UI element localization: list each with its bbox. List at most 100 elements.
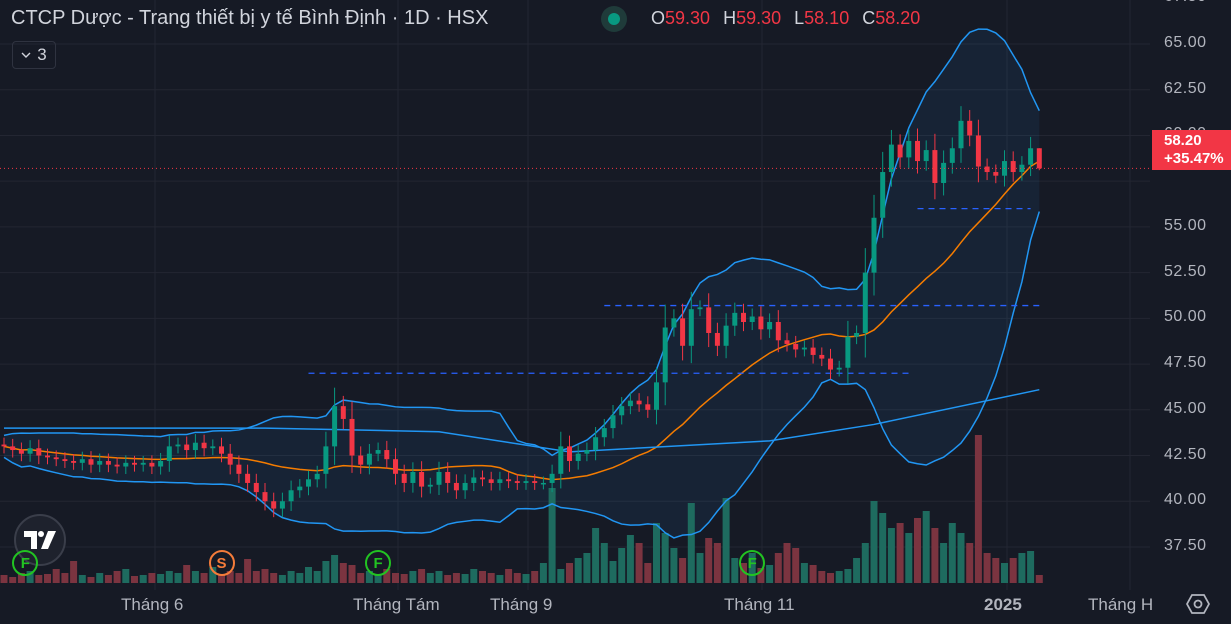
volume-bar	[809, 565, 817, 583]
volume-bar	[444, 575, 452, 583]
volume-bar	[148, 573, 156, 583]
volume-bar	[687, 503, 695, 583]
candle-body	[654, 382, 659, 410]
candle-body	[923, 150, 929, 162]
indicators-toggle-button[interactable]: 3	[12, 41, 56, 69]
candle-body	[132, 462, 137, 465]
high-label: H	[723, 8, 737, 28]
price-chart[interactable]	[0, 0, 1231, 624]
volume-bar	[9, 577, 17, 583]
candle-body	[236, 464, 242, 474]
candle-body	[53, 457, 59, 460]
candle-body	[453, 482, 459, 491]
candle-body	[575, 453, 581, 462]
volume-bar	[661, 533, 669, 583]
volume-bar	[435, 571, 443, 583]
price-tick: 45.00	[1164, 399, 1207, 417]
event-marker-split[interactable]: S	[208, 550, 235, 576]
price-tick: 42.50	[1164, 445, 1207, 463]
candle-body	[532, 481, 538, 483]
volume-bar	[505, 569, 513, 583]
volume-bar	[374, 575, 382, 583]
candle-body	[105, 461, 111, 465]
volume-bar	[922, 511, 930, 583]
candle-body	[671, 318, 677, 328]
symbol-title[interactable]: CTCP Dược - Trang thiết bị y tế Bình Địn…	[11, 7, 488, 30]
candle-body	[662, 327, 668, 383]
candle-body	[462, 482, 468, 491]
event-marker-financial[interactable]: F	[365, 550, 392, 576]
candle-body	[393, 459, 398, 474]
volume-bar	[879, 513, 887, 583]
price-tick: 52.50	[1164, 262, 1207, 280]
candle-body	[888, 144, 894, 173]
candle-body	[714, 332, 720, 346]
candle-body	[340, 406, 346, 419]
volume-bar	[513, 573, 521, 583]
price-tick: 55.00	[1164, 216, 1207, 234]
candle-body	[932, 150, 938, 184]
volume-bar	[452, 573, 460, 583]
volume-bar	[331, 555, 339, 583]
candle-body	[1028, 148, 1034, 165]
volume-bar	[644, 563, 652, 583]
volume-bar	[861, 543, 869, 583]
price-tick: 50.00	[1164, 308, 1207, 326]
candle-body	[184, 444, 190, 451]
volume-bar	[296, 573, 304, 583]
volume-bar	[870, 501, 878, 583]
event-marker-financial[interactable]: F	[739, 550, 766, 576]
candle-body	[828, 358, 833, 370]
volume-bar	[139, 575, 147, 583]
candle-body	[523, 481, 529, 483]
candle-body	[584, 450, 590, 454]
candle-body	[514, 481, 520, 483]
volume-bar	[348, 565, 356, 583]
candle-body	[349, 418, 355, 456]
candle-body	[88, 459, 94, 465]
candle-body	[906, 140, 912, 158]
ohlc-readout: O59.30 H59.30 L58.10 C58.20	[651, 8, 928, 29]
time-label: Tháng 11	[724, 595, 795, 614]
candle-body	[358, 455, 364, 465]
last-price-label: 58.20 +35.47%	[1152, 130, 1231, 170]
volume-bar	[800, 563, 808, 583]
candle-body	[567, 446, 572, 462]
candle-body	[732, 312, 738, 326]
candle-body	[636, 400, 642, 405]
candle-body	[419, 471, 425, 487]
candle-body	[958, 120, 964, 149]
volume-bar	[113, 571, 121, 583]
candle-body	[79, 459, 85, 463]
volume-bar	[470, 569, 478, 583]
last-price-change: +35.47%	[1164, 150, 1224, 167]
volume-bar	[0, 575, 8, 583]
candle-body	[175, 444, 181, 447]
candle-body	[45, 455, 50, 458]
volume-bar	[252, 571, 260, 583]
candle-body	[862, 272, 868, 333]
market-status-icon[interactable]	[601, 6, 627, 32]
settings-icon[interactable]	[1186, 593, 1210, 615]
time-label: Tháng Tám	[353, 595, 440, 614]
candle-body	[627, 400, 633, 407]
candle-body	[332, 406, 338, 447]
volume-bar	[844, 569, 852, 583]
candle-body	[793, 343, 799, 350]
volume-bar	[44, 574, 51, 583]
volume-bar	[896, 523, 904, 583]
volume-bar	[61, 573, 69, 583]
candle-body	[192, 442, 198, 451]
candle-body	[166, 446, 172, 462]
candle-body	[445, 471, 451, 483]
candle-body	[471, 477, 477, 483]
volume-bar	[191, 571, 199, 583]
volume-bar	[461, 574, 469, 583]
candle-body	[210, 446, 216, 449]
volume-bar	[914, 518, 921, 583]
volume-bar	[635, 543, 643, 583]
candle-body	[749, 316, 755, 323]
volume-bar	[853, 558, 861, 583]
indicators-count: 3	[37, 45, 47, 64]
candle-body	[149, 462, 155, 467]
